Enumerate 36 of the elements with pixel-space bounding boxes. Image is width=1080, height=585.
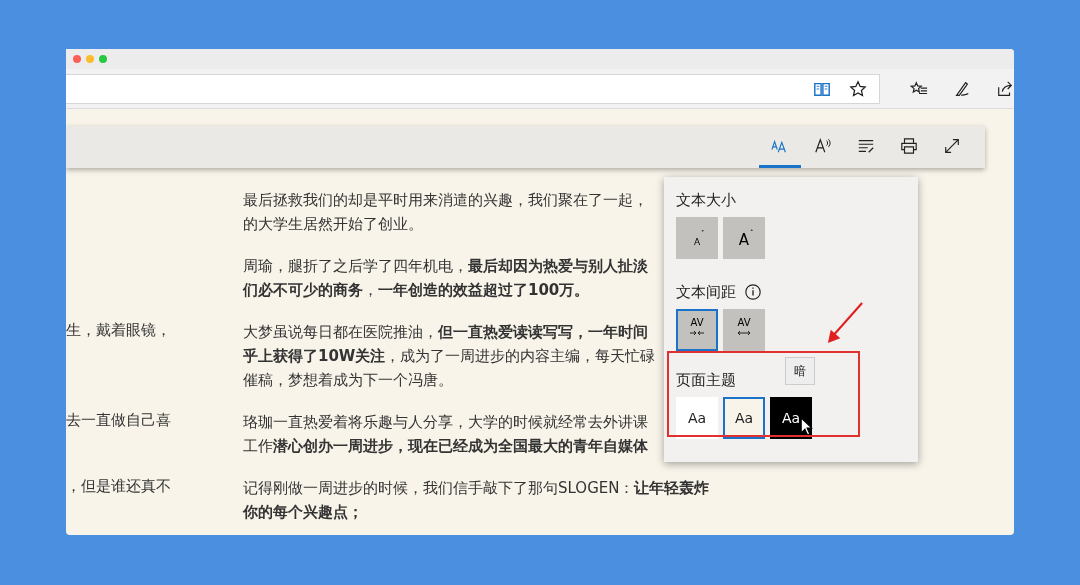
read-aloud-icon: [814, 136, 832, 155]
text-line: 的大学生居然开始了创业。: [243, 214, 423, 235]
text-line: 生，戴着眼镜，: [66, 320, 171, 341]
text-line: 周瑜，腿折了之后学了四年机电，最后却因为热爱与别人扯淡: [243, 256, 648, 277]
text-line: 工作潜心创办一周进步，现在已经成为全国最大的青年自媒体: [243, 436, 648, 457]
tooltip: 暗: [785, 357, 815, 385]
theme-option[interactable]: Aa: [723, 397, 765, 439]
text-line: 记得刚做一周进步的时候，我们信手敲下了那句SLOGEN：让年轻轰炸: [243, 478, 710, 499]
text-line: 大梦虽说每日都在医院推油，但一直热爱读读写写，一年时间: [243, 322, 648, 343]
fullscreen-icon: [943, 136, 961, 155]
close-button[interactable]: [73, 55, 81, 63]
section-title: 文本间距: [676, 282, 736, 302]
double-arrow-icon: [737, 330, 751, 336]
option-button[interactable]: A: [723, 217, 765, 259]
annotation-arrow: [826, 301, 864, 345]
text-line: 最后拯救我们的却是平时用来消遣的兴趣，我们聚在了一起，: [243, 190, 648, 211]
share-icon[interactable]: [996, 79, 1014, 98]
section-title: 文本大小: [676, 190, 736, 210]
text-line: ，但是谁还真不: [66, 476, 171, 497]
text-line: 珞珈一直热爱着将乐趣与人分享，大学的时候就经常去外讲课: [243, 412, 648, 433]
pen-icon[interactable]: [953, 79, 971, 98]
option-button[interactable]: AV: [723, 309, 765, 351]
star-icon[interactable]: [849, 79, 867, 98]
text-line: 你的每个兴趣点；: [243, 502, 363, 523]
text-line: 去一直做自己喜: [66, 410, 171, 431]
section-title: 页面主题: [676, 370, 736, 390]
print-icon: [900, 136, 918, 155]
theme-option[interactable]: Aa: [676, 397, 718, 439]
text-line: 乎上获得了10W关注，成为了一周进步的内容主编，每天忙碌: [243, 346, 656, 367]
address-field[interactable]: [66, 73, 880, 104]
theme-option[interactable]: Aa: [770, 397, 812, 439]
option-button[interactable]: AV: [676, 309, 718, 351]
text-line: 们必不可少的商务，一年创造的效益超过了100万。: [243, 280, 590, 301]
option-button[interactable]: A: [676, 217, 718, 259]
inward-arrows-icon: [690, 330, 704, 336]
text-line: 催稿，梦想着成为下一个冯唐。: [243, 370, 453, 391]
